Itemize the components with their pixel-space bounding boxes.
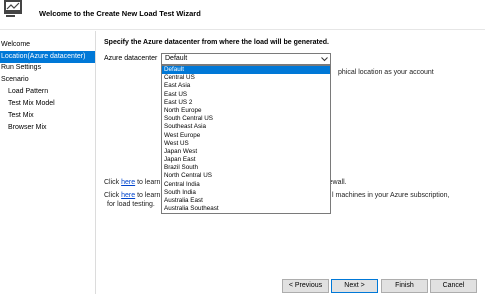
vm-prefix: Click: [104, 192, 122, 199]
vm-help-link[interactable]: here: [121, 192, 135, 199]
datacenter-option[interactable]: Brazil South: [162, 164, 330, 172]
wizard-content: Specify the Azure datacenter from where …: [97, 31, 485, 294]
sidebar-item-load-pattern[interactable]: Load Pattern: [0, 86, 95, 98]
sidebar-item-test-mix[interactable]: Test Mix: [0, 110, 95, 122]
datacenter-option[interactable]: West US: [162, 140, 330, 148]
datacenter-option[interactable]: East Asia: [162, 82, 330, 90]
datacenter-hint-text: phical location as your account: [338, 69, 434, 76]
sidebar-item-test-mix-model[interactable]: Test Mix Model: [0, 98, 95, 110]
datacenter-option[interactable]: South Central US: [162, 115, 330, 123]
load-test-wizard-icon: [4, 0, 22, 17]
datacenter-option[interactable]: Central US: [162, 74, 330, 82]
firewall-help-link[interactable]: here: [121, 179, 135, 186]
sidebar-item-run-settings[interactable]: Run Settings: [0, 62, 95, 74]
datacenter-select[interactable]: Default: [161, 53, 331, 65]
firewall-info-text: Click here to learn a: [104, 179, 166, 186]
datacenter-option[interactable]: Southeast Asia: [162, 123, 330, 131]
chevron-down-icon[interactable]: [321, 56, 328, 62]
vm-line2-text: for load testing.: [107, 201, 155, 208]
datacenter-option[interactable]: West Europe: [162, 132, 330, 140]
datacenter-option[interactable]: Japan West: [162, 148, 330, 156]
datacenter-option[interactable]: Japan East: [162, 156, 330, 164]
previous-button[interactable]: < Previous: [282, 279, 329, 293]
datacenter-option[interactable]: East US 2: [162, 99, 330, 107]
datacenter-selected-value: Default: [165, 55, 188, 62]
datacenter-option[interactable]: Central India: [162, 181, 330, 189]
next-button[interactable]: Next >: [331, 279, 378, 293]
sidebar-item-welcome[interactable]: Welcome: [0, 39, 95, 51]
wizard-steps-sidebar: Welcome Location(Azure datacenter) Run S…: [0, 31, 96, 294]
finish-button[interactable]: Finish: [381, 279, 428, 293]
wizard-title: Welcome to the Create New Load Test Wiza…: [39, 9, 201, 18]
sidebar-item-scenario[interactable]: Scenario: [0, 74, 95, 86]
vm-tail-text: l machines in your Azure subscription,: [332, 192, 450, 199]
datacenter-option[interactable]: East US: [162, 91, 330, 99]
datacenter-option[interactable]: South India: [162, 189, 330, 197]
wizard-header: Welcome to the Create New Load Test Wiza…: [0, 0, 485, 30]
datacenter-label: Azure datacenter: [104, 55, 158, 62]
page-instruction: Specify the Azure datacenter from where …: [104, 39, 329, 46]
sidebar-item-browser-mix[interactable]: Browser Mix: [0, 122, 95, 134]
datacenter-option[interactable]: North Central US: [162, 172, 330, 180]
datacenter-dropdown-list: Default Central US East Asia East US East US…: [161, 65, 331, 214]
datacenter-option[interactable]: Default: [162, 66, 330, 75]
cancel-button[interactable]: Cancel: [430, 279, 477, 293]
vm-info-text: Click here to learn a: [104, 192, 166, 199]
datacenter-option[interactable]: North Europe: [162, 107, 330, 115]
firewall-prefix: Click: [104, 179, 122, 186]
datacenter-option[interactable]: Australia East: [162, 197, 330, 205]
datacenter-option[interactable]: Australia Southeast: [162, 205, 330, 213]
